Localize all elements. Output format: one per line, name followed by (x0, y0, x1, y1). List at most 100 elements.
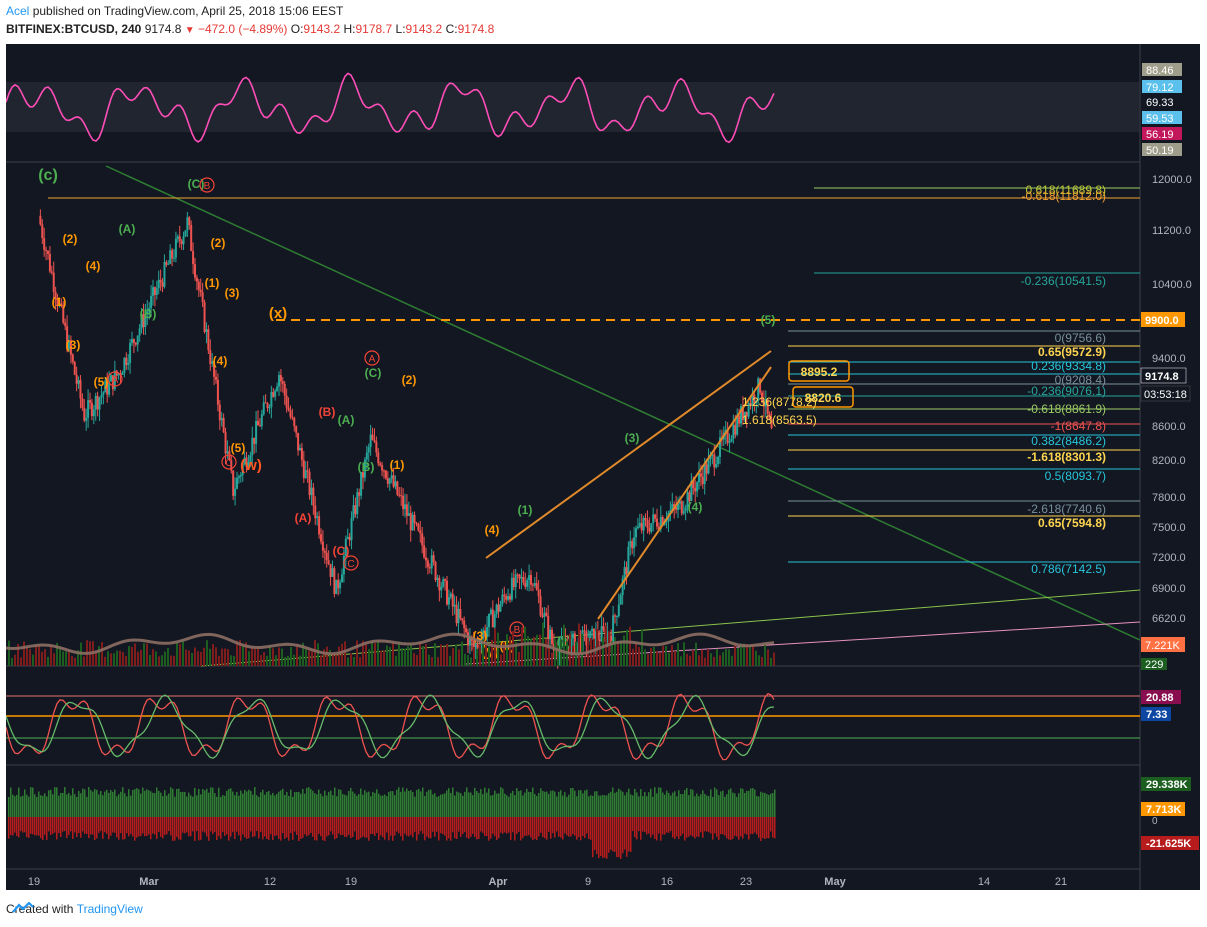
volume-bar (8, 640, 10, 666)
delta-bar-down (720, 817, 722, 835)
delta-bar-up (216, 796, 218, 817)
candle-body (194, 264, 196, 278)
volume-bar (410, 644, 412, 666)
delta-bar-down (666, 817, 668, 833)
wave-label-red: (w) (240, 457, 262, 474)
delta-bar-down (570, 817, 572, 837)
delta-bar-down (770, 817, 772, 832)
volume-bar (518, 652, 520, 666)
delta-bar-up (208, 792, 210, 817)
delta-bar-down (618, 817, 620, 858)
delta-bar-down (438, 817, 440, 841)
volume-bar (134, 643, 136, 666)
delta-bar-up (742, 788, 744, 817)
candle-body (341, 574, 343, 583)
volume-bar (623, 635, 625, 666)
delta-bar-up (702, 790, 704, 817)
volume-bar (629, 626, 631, 666)
delta-bar-down (210, 817, 212, 832)
delta-bar-down (728, 817, 730, 840)
delta-bar-down (450, 817, 452, 841)
candle-body (520, 577, 523, 579)
delta-bar-up (124, 793, 126, 817)
chart-svg[interactable]: 88.4679.1269.3359.5356.1950.190.618(1168… (6, 44, 1200, 890)
chart-area[interactable]: 88.46 79.12 69.33 59.53 56.19 50.19 0.618(1168… (6, 44, 1200, 890)
candle-body (316, 516, 319, 519)
candle-body (180, 241, 183, 245)
candle-body (715, 463, 718, 468)
candle-body (318, 516, 321, 535)
volume-bar (704, 657, 706, 666)
delta-bar-up (200, 794, 202, 817)
candle-body (371, 434, 374, 440)
candle-body (308, 471, 311, 496)
volume-bar (470, 657, 472, 666)
candle-body (264, 402, 267, 404)
delta-bar-down (516, 817, 518, 835)
volume-bar (584, 656, 586, 666)
delta-bar-down (648, 817, 650, 834)
volume-bar (185, 649, 187, 666)
delta-bar-up (288, 795, 290, 817)
delta-bar-up (54, 787, 56, 817)
delta-bar-up (72, 788, 74, 817)
delta-bar-down (140, 817, 142, 837)
delta-bar-down (58, 817, 60, 834)
volume-bar (443, 646, 445, 666)
delta-bar-up (362, 794, 364, 817)
candle-body (48, 253, 51, 272)
delta-bar-up (262, 789, 264, 817)
volume-bar (365, 643, 367, 666)
delta-bar-down (184, 817, 186, 834)
delta-bar-up (308, 787, 310, 817)
candle-body (216, 379, 219, 405)
close-label: C: (445, 22, 458, 36)
delta-bar-up (160, 792, 162, 817)
volume-bar (749, 645, 751, 666)
volume-bar (137, 651, 139, 666)
candle-body (421, 533, 424, 546)
delta-bar-down (634, 817, 636, 838)
delta-bar-up (50, 789, 52, 817)
volume-bar (155, 651, 157, 666)
delta-bar-up (236, 791, 238, 817)
volume-bar (11, 657, 13, 666)
candle-body (436, 577, 439, 580)
delta-bar-up (248, 789, 250, 817)
volume-bar (719, 655, 721, 666)
delta-bar-up (768, 794, 770, 817)
volume-bar (182, 640, 184, 666)
wave-label-green: (C) (365, 366, 382, 380)
delta-bar-up (380, 795, 382, 817)
candle-body (260, 414, 263, 427)
candle-body (276, 386, 279, 391)
delta-bar-up (108, 792, 110, 817)
delta-bar-up (112, 791, 114, 817)
delta-bar-down (754, 817, 756, 833)
delta-bar-up (654, 787, 656, 817)
candle-body (503, 594, 506, 597)
volume-bar (641, 629, 643, 666)
delta-bar-down (338, 817, 340, 834)
delta-bar-up (352, 791, 354, 817)
candle-body (488, 613, 490, 628)
candle-body (234, 488, 237, 496)
candle-body (79, 380, 82, 399)
delta-bar-up (726, 794, 728, 817)
candle-body (50, 271, 53, 273)
volume-bar (158, 656, 160, 666)
delta-bar-up (676, 796, 678, 817)
delta-bar-down (744, 817, 746, 834)
delta-bar-up (176, 788, 178, 817)
author-link[interactable]: Acel (6, 4, 29, 18)
tradingview-link[interactable]: TradingView (77, 902, 143, 916)
osc-badge-label: 20.88 (1146, 692, 1174, 704)
delta-bar-down (546, 817, 548, 840)
delta-bar-up (698, 796, 700, 817)
delta-bar-up (336, 796, 338, 817)
delta-bar-up (706, 795, 708, 817)
wave-label-red: (B) (319, 405, 336, 419)
delta-bar-up (738, 793, 740, 817)
delta-bar-down (596, 817, 598, 855)
delta-bar-down (262, 817, 264, 840)
